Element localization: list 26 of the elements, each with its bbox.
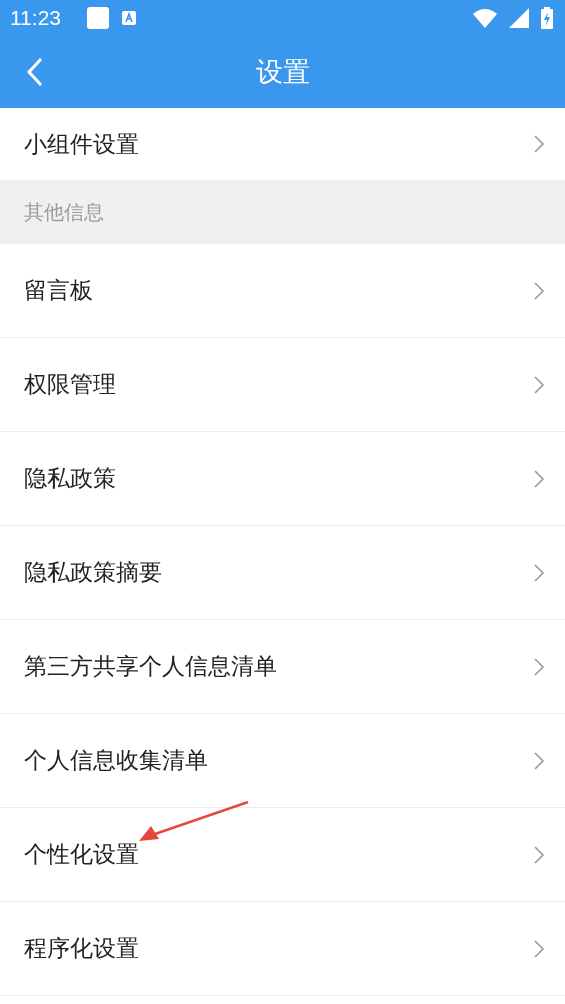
chevron-right-icon [533,938,545,959]
chevron-right-icon [533,134,545,154]
notification-icon [87,7,109,29]
settings-item[interactable]: 程序化设置 [0,902,565,996]
chevron-right-icon [533,280,545,301]
settings-item[interactable]: 留言板 [0,244,565,338]
status-time: 11:23 [10,6,61,30]
wifi-icon [473,8,497,28]
settings-item[interactable]: 小组件设置 [0,108,565,180]
battery-icon [541,7,553,29]
settings-item[interactable]: 第三方共享个人信息清单 [0,620,565,714]
chevron-right-icon [533,750,545,771]
chevron-right-icon [533,468,545,489]
chevron-right-icon [533,562,545,583]
settings-item[interactable]: 隐私政策摘要 [0,526,565,620]
chevron-right-icon [533,374,545,395]
signal-icon [509,8,529,28]
settings-item[interactable]: 权限管理 [0,338,565,432]
page-title: 设置 [255,55,310,89]
section-header: 其他信息 [0,180,565,244]
settings-item[interactable]: 隐私政策 [0,432,565,526]
chevron-right-icon [533,844,545,865]
notification-icon [121,10,137,26]
settings-item[interactable]: 个人信息收集清单 [0,714,565,808]
chevron-right-icon [533,656,545,677]
back-icon[interactable] [26,57,44,87]
